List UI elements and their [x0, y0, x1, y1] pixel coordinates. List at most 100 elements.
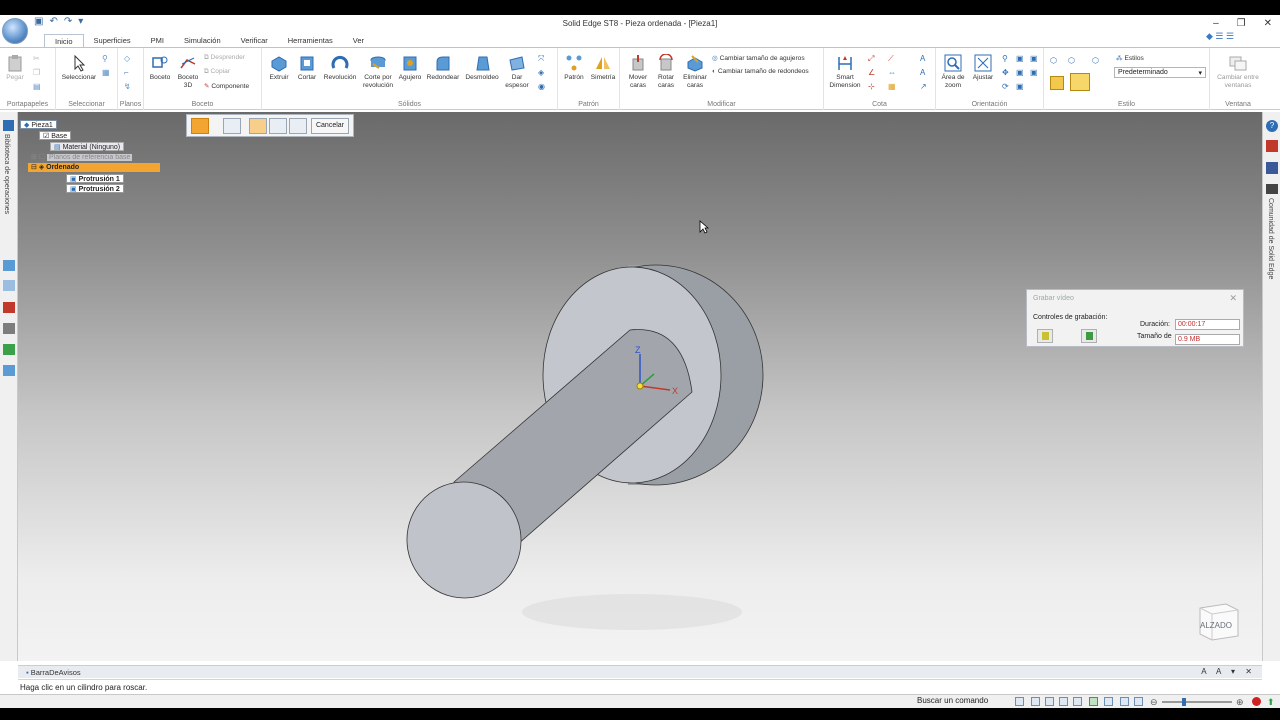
distance-dimension-icon[interactable]: ⤢ — [868, 54, 878, 64]
format-painter-icon[interactable]: ▤ — [33, 82, 43, 92]
thread-extent-icon[interactable] — [269, 118, 287, 134]
copy-icon[interactable]: ❐ — [33, 68, 43, 78]
tree-node-base[interactable]: ☑ Base — [39, 131, 72, 140]
status-tool-1-icon[interactable] — [1015, 697, 1024, 706]
hole-button[interactable]: Agujero — [396, 54, 424, 82]
symmetric-icon[interactable]: ⇔ — [888, 68, 898, 78]
command-search[interactable]: Buscar un comando — [917, 696, 988, 705]
cut-icon[interactable]: ✂ — [33, 54, 43, 64]
zoom-area-button[interactable]: Área de zoom — [938, 54, 968, 90]
zoom-in-icon[interactable]: ⊕ — [1236, 697, 1244, 708]
solid-more-2-icon[interactable]: ◈ — [538, 68, 548, 78]
options-icon[interactable] — [223, 118, 241, 134]
customize-qat-icon[interactable]: ▾ — [78, 16, 83, 27]
axis-icon[interactable]: ↯ — [124, 82, 134, 92]
thread-step-icon[interactable] — [191, 118, 209, 134]
tree-node-planos[interactable]: ⊞ ☐ Planos de referencia base — [28, 153, 135, 162]
thin-wall-button[interactable]: Dar espesor — [502, 54, 532, 90]
facebook-icon[interactable] — [1266, 162, 1278, 174]
tree-node-pieza1[interactable]: ◆ Pieza1 — [20, 120, 57, 129]
minimize-icon[interactable]: – — [1213, 18, 1219, 29]
restore-icon[interactable]: ❐ — [1237, 18, 1246, 29]
angle-dimension-icon[interactable]: ∠ — [868, 68, 878, 78]
plane-icon[interactable]: ◇ — [124, 54, 134, 64]
part-model[interactable]: Z X — [18, 112, 1262, 661]
tree-node-ordenado[interactable]: ⊟ ◈ Ordenado — [28, 163, 160, 172]
library-tab-icon[interactable] — [3, 120, 14, 131]
select-mode-icon[interactable]: ▦ — [102, 68, 112, 78]
smart-dimension-button[interactable]: Smart Dimension — [826, 54, 864, 90]
tree-node-material[interactable]: ▤ Material (Ninguno) — [50, 142, 125, 151]
undo-icon[interactable]: ↶ — [49, 16, 57, 27]
solid-more-3-icon[interactable]: ◉ — [538, 82, 548, 92]
leader-icon[interactable]: ↗ — [920, 82, 930, 92]
redo-icon[interactable]: ↷ — [64, 16, 72, 27]
tab-pmi[interactable]: PMI — [141, 34, 174, 48]
status-tool-8-icon[interactable] — [1120, 697, 1129, 706]
dock-tool-5-icon[interactable] — [3, 344, 15, 355]
collapse-icon[interactable]: ⊟ — [31, 164, 39, 171]
switch-windows-button[interactable]: Cambiar entre ventanas — [1212, 54, 1264, 90]
styles-button[interactable]: ⁂ Estilos — [1116, 54, 1144, 62]
select-filter-icon[interactable]: ⚲ — [102, 54, 112, 64]
tab-verificar[interactable]: Verificar — [231, 34, 278, 48]
draft-button[interactable]: Desmoldeo — [462, 54, 502, 82]
revolved-cut-button[interactable]: Corte por revolución — [360, 54, 396, 90]
status-tool-7-icon[interactable] — [1104, 697, 1113, 706]
zoom-icon[interactable]: ⚲ — [1002, 54, 1012, 64]
coordinate-dimension-icon[interactable]: ⊹ — [868, 82, 878, 92]
tab-simulacion[interactable]: Simulación — [174, 34, 231, 48]
dock-tool-1-icon[interactable] — [3, 260, 15, 271]
pattern-button[interactable]: Patrón — [560, 54, 588, 82]
zoom-out-icon[interactable]: ⊖ — [1150, 697, 1158, 708]
record-icon[interactable] — [1252, 697, 1261, 706]
sketch-button[interactable]: Boceto — [146, 54, 174, 82]
expand-icon[interactable]: ⊞ — [31, 154, 39, 161]
hidden-edges-style-icon[interactable]: ⬡ — [1068, 56, 1078, 66]
tree-node-protrusion-2[interactable]: ▣ Protrusión 2 — [66, 184, 124, 193]
round-button[interactable]: Redondear — [424, 54, 462, 82]
tree-node-protrusion-1[interactable]: ▣ Protrusión 1 — [66, 174, 124, 183]
style-dropdown[interactable]: Predeterminado ▾ — [1114, 67, 1206, 78]
dock-tool-6-icon[interactable] — [3, 365, 15, 376]
view-cube[interactable]: ALZADO — [1196, 598, 1240, 642]
shaded-edges-style-icon[interactable] — [1070, 73, 1090, 91]
thread-offset-icon[interactable] — [289, 118, 307, 134]
tab-superficies[interactable]: Superficies — [84, 34, 141, 48]
application-button[interactable] — [2, 18, 28, 44]
checkbox-empty-icon[interactable]: ☐ — [39, 154, 47, 161]
copy-sketch-button[interactable]: ⧉ Copiar — [204, 68, 230, 76]
cut-feature-button[interactable]: Cortar — [294, 54, 320, 82]
close-icon[interactable]: ✕ — [1229, 293, 1237, 304]
mirror-button[interactable]: Simetría — [588, 54, 618, 82]
message-bar-controls[interactable]: A A ▾ ✕ — [1201, 667, 1256, 676]
text-annotation-icon[interactable]: A — [920, 54, 930, 64]
dock-tool-3-icon[interactable] — [3, 302, 15, 313]
shaded-style-icon[interactable] — [1050, 76, 1064, 90]
status-tool-3-icon[interactable] — [1045, 697, 1054, 706]
pan-icon[interactable]: ✥ — [1002, 68, 1012, 78]
community-icon[interactable] — [1266, 184, 1278, 194]
relationship-icon[interactable]: ⟋ — [888, 54, 898, 64]
rotate-view-icon[interactable]: ⟳ — [1002, 82, 1012, 92]
help-icons[interactable]: ◆ ☰ ☰ — [1206, 31, 1234, 42]
status-tool-5-icon[interactable] — [1073, 697, 1082, 706]
resize-holes-button[interactable]: ◎ Cambiar tamaño de agujeros — [712, 54, 805, 62]
zoom-slider[interactable] — [1162, 698, 1232, 706]
pause-button[interactable] — [1037, 329, 1053, 343]
youtube-icon[interactable] — [1266, 140, 1278, 152]
paste-button[interactable]: Pegar — [4, 54, 26, 82]
community-tab-label[interactable]: Comunidad de Solid Edge — [1267, 198, 1274, 279]
visible-edges-style-icon[interactable]: ⬡ — [1092, 56, 1102, 66]
tab-ver[interactable]: Ver — [343, 34, 374, 48]
close-icon[interactable]: ✕ — [1264, 18, 1272, 29]
resize-rounds-button[interactable]: ◐ Cambiar tamaño de redondeos — [712, 68, 809, 75]
stop-button[interactable] — [1081, 329, 1097, 343]
status-tool-2-icon[interactable] — [1031, 697, 1040, 706]
solid-more-1-icon[interactable]: ⤧ — [538, 54, 548, 64]
view-orient-1-icon[interactable]: ▣ — [1016, 54, 1026, 64]
dock-tool-2-icon[interactable] — [3, 280, 15, 291]
thread-type-icon[interactable] — [249, 118, 267, 134]
zoom-slider-thumb[interactable] — [1182, 698, 1186, 706]
view-orient-4-icon[interactable]: ▣ — [1030, 54, 1040, 64]
